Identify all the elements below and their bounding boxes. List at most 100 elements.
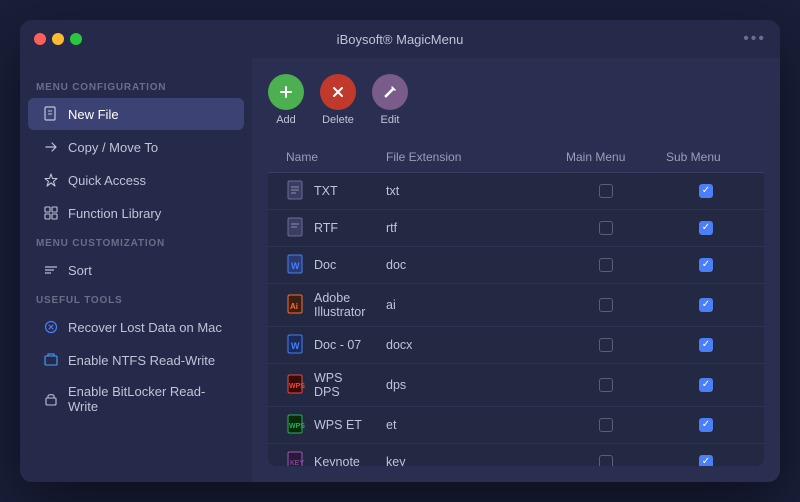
sidebar-label-bitlocker: Enable BitLocker Read-Write xyxy=(68,384,230,414)
cell-sub-menu[interactable] xyxy=(656,331,756,359)
sub-menu-checkbox[interactable] xyxy=(699,258,713,272)
table-row[interactable]: WPS WPS DPS dps xyxy=(268,364,764,407)
sub-menu-checkbox[interactable] xyxy=(699,455,713,466)
table-row[interactable]: KEY Keynote key xyxy=(268,444,764,466)
main-menu-checkbox[interactable] xyxy=(599,258,613,272)
cell-sub-menu[interactable] xyxy=(656,177,756,205)
file-name: Adobe Illustrator xyxy=(314,291,366,319)
file-name: Doc - 07 xyxy=(314,338,361,352)
bitlocker-icon xyxy=(42,390,60,408)
add-label: Add xyxy=(276,114,296,126)
sidebar: Menu Configuration New File C xyxy=(20,58,252,482)
sidebar-item-new-file[interactable]: New File xyxy=(28,98,244,130)
delete-button[interactable]: Delete xyxy=(320,74,356,126)
main-menu-checkbox[interactable] xyxy=(599,418,613,432)
file-name: Keynote xyxy=(314,455,360,466)
sidebar-section-menu-config: Menu Configuration xyxy=(20,74,252,97)
svg-text:KEY: KEY xyxy=(290,460,304,466)
cell-ext: et xyxy=(376,411,556,439)
sub-menu-checkbox[interactable] xyxy=(699,298,713,312)
titlebar: iBoysoft® MagicMenu ••• xyxy=(20,20,780,58)
cell-sub-menu[interactable] xyxy=(656,371,756,399)
main-menu-checkbox[interactable] xyxy=(599,378,613,392)
file-type-icon xyxy=(286,180,306,202)
cell-main-menu[interactable] xyxy=(556,331,656,359)
table-row[interactable]: TXT txt xyxy=(268,173,764,210)
minimize-button[interactable] xyxy=(52,33,64,45)
col-sub-menu: Sub Menu xyxy=(656,142,756,172)
menu-dots[interactable]: ••• xyxy=(743,30,766,48)
file-types-table: Name File Extension Main Menu Sub Menu T… xyxy=(268,142,764,466)
sidebar-item-copy-move[interactable]: Copy / Move To xyxy=(28,131,244,163)
sub-menu-checkbox[interactable] xyxy=(699,378,713,392)
cell-main-menu[interactable] xyxy=(556,291,656,319)
table-row[interactable]: W Doc doc xyxy=(268,247,764,284)
svg-text:WPS: WPS xyxy=(289,383,305,390)
cell-main-menu[interactable] xyxy=(556,371,656,399)
sidebar-label-function-library: Function Library xyxy=(68,206,161,221)
svg-text:W: W xyxy=(291,341,300,351)
cell-sub-menu[interactable] xyxy=(656,448,756,466)
main-panel: Add Delete xyxy=(252,58,780,482)
file-type-icon: WPS xyxy=(286,374,306,396)
sub-menu-checkbox[interactable] xyxy=(699,338,713,352)
add-button[interactable]: Add xyxy=(268,74,304,126)
sub-menu-checkbox[interactable] xyxy=(699,418,713,432)
main-menu-checkbox[interactable] xyxy=(599,455,613,466)
edit-label: Edit xyxy=(381,114,400,126)
table-row[interactable]: Ai Adobe Illustrator ai xyxy=(268,284,764,327)
file-type-icon xyxy=(286,217,306,239)
sidebar-item-function-library[interactable]: Function Library xyxy=(28,197,244,229)
add-button-circle xyxy=(268,74,304,110)
svg-text:Ai: Ai xyxy=(290,302,298,311)
table-row[interactable]: W Doc - 07 docx xyxy=(268,327,764,364)
sidebar-item-quick-access[interactable]: Quick Access xyxy=(28,164,244,196)
cell-ext: ai xyxy=(376,291,556,319)
recover-icon xyxy=(42,318,60,336)
sidebar-section-tools: Useful Tools xyxy=(20,287,252,310)
cell-ext: rtf xyxy=(376,214,556,242)
main-content: Menu Configuration New File C xyxy=(20,58,780,482)
toolbar: Add Delete xyxy=(268,74,764,126)
cell-sub-menu[interactable] xyxy=(656,214,756,242)
sub-menu-checkbox[interactable] xyxy=(699,221,713,235)
file-type-icon: W xyxy=(286,334,306,356)
main-menu-checkbox[interactable] xyxy=(599,298,613,312)
table-row[interactable]: WPS WPS ET et xyxy=(268,407,764,444)
maximize-button[interactable] xyxy=(70,33,82,45)
sidebar-item-ntfs[interactable]: Enable NTFS Read-Write xyxy=(28,344,244,376)
cell-main-menu[interactable] xyxy=(556,251,656,279)
cell-main-menu[interactable] xyxy=(556,214,656,242)
copy-move-icon xyxy=(42,138,60,156)
file-name: Doc xyxy=(314,258,336,272)
app-title: iBoysoft® MagicMenu xyxy=(337,32,464,47)
sidebar-section-menu-custom: Menu Customization xyxy=(20,230,252,253)
cell-ext: dps xyxy=(376,371,556,399)
file-type-icon: W xyxy=(286,254,306,276)
cell-sub-menu[interactable] xyxy=(656,291,756,319)
cell-sub-menu[interactable] xyxy=(656,411,756,439)
app-window: iBoysoft® MagicMenu ••• Menu Configurati… xyxy=(20,20,780,482)
new-file-icon xyxy=(42,105,60,123)
table-row[interactable]: RTF rtf xyxy=(268,210,764,247)
sidebar-label-new-file: New File xyxy=(68,107,119,122)
sidebar-item-bitlocker[interactable]: Enable BitLocker Read-Write xyxy=(28,377,244,421)
file-type-icon: Ai xyxy=(286,294,306,316)
cell-main-menu[interactable] xyxy=(556,411,656,439)
main-menu-checkbox[interactable] xyxy=(599,338,613,352)
cell-main-menu[interactable] xyxy=(556,177,656,205)
col-ext: File Extension xyxy=(376,142,556,172)
cell-main-menu[interactable] xyxy=(556,448,656,466)
sidebar-item-recover[interactable]: Recover Lost Data on Mac xyxy=(28,311,244,343)
main-menu-checkbox[interactable] xyxy=(599,184,613,198)
sub-menu-checkbox[interactable] xyxy=(699,184,713,198)
main-menu-checkbox[interactable] xyxy=(599,221,613,235)
col-name: Name xyxy=(276,142,376,172)
function-library-icon xyxy=(42,204,60,222)
close-button[interactable] xyxy=(34,33,46,45)
sidebar-item-sort[interactable]: Sort xyxy=(28,254,244,286)
sort-icon xyxy=(42,261,60,279)
cell-sub-menu[interactable] xyxy=(656,251,756,279)
cell-name: W Doc xyxy=(276,247,376,283)
edit-button[interactable]: Edit xyxy=(372,74,408,126)
